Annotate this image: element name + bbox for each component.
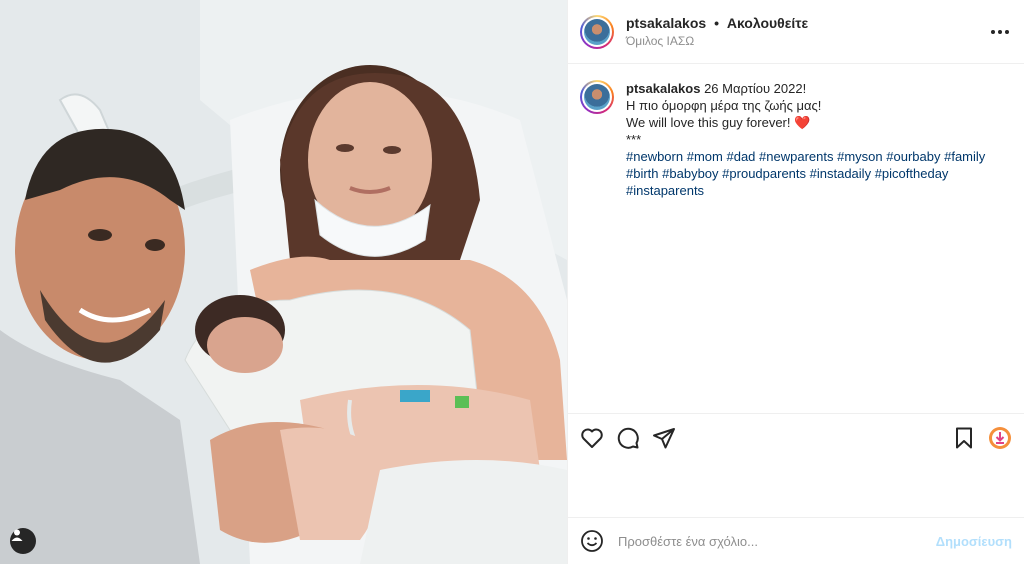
hashtag-link[interactable]: #instadaily	[810, 166, 871, 181]
location-link[interactable]: Όμιλος ΙΑΣΩ	[626, 34, 988, 48]
hashtag-link[interactable]: #newborn	[626, 149, 683, 164]
hashtag-list: #newborn #mom #dad #newparents #myson #o…	[626, 148, 1012, 199]
post-side-panel: ptsakalakos • Ακολουθείτε Όμιλος ΙΑΣΩ pt…	[567, 0, 1024, 564]
header-username[interactable]: ptsakalakos	[626, 15, 706, 31]
caption-area: ptsakalakos 26 Μαρτίου 2022! Η πιο όμορφ…	[568, 64, 1024, 413]
hashtag-link[interactable]: #instaparents	[626, 183, 704, 198]
caption-date: 26 Μαρτίου 2022!	[704, 81, 807, 96]
hashtag-link[interactable]: #ourbaby	[886, 149, 940, 164]
hashtag-link[interactable]: #picoftheday	[875, 166, 949, 181]
heart-emoji: ❤️	[794, 115, 811, 130]
download-extension-icon[interactable]	[988, 426, 1012, 450]
more-icon[interactable]	[988, 20, 1012, 44]
photo-illustration	[0, 0, 567, 564]
header-separator: •	[714, 15, 719, 31]
heart-icon[interactable]	[580, 426, 604, 450]
hashtag-link[interactable]: #birth	[626, 166, 659, 181]
following-button[interactable]: Ακολουθείτε	[727, 15, 808, 31]
caption-stars: ***	[626, 132, 642, 147]
bookmark-icon[interactable]	[952, 426, 976, 450]
caption-line-2: We will love this guy forever!	[626, 115, 791, 130]
caption-line-1: Η πιο όμορφη μέρα της ζωής μας!	[626, 98, 822, 113]
hashtag-link[interactable]: #mom	[687, 149, 723, 164]
emoji-icon[interactable]	[580, 529, 604, 553]
share-icon[interactable]	[652, 426, 676, 450]
hashtag-link[interactable]: #family	[944, 149, 985, 164]
caption-avatar[interactable]	[580, 80, 614, 114]
comment-input[interactable]	[616, 532, 936, 550]
post-photo[interactable]	[0, 0, 567, 564]
hashtag-link[interactable]: #newparents	[759, 149, 833, 164]
post-comment-button[interactable]: Δημοσίευση	[936, 534, 1012, 549]
comment-bar: Δημοσίευση	[568, 517, 1024, 564]
header-text: ptsakalakos • Ακολουθείτε Όμιλος ΙΑΣΩ	[626, 15, 988, 48]
avatar[interactable]	[580, 14, 614, 49]
hashtag-link[interactable]: #myson	[837, 149, 883, 164]
action-bar	[568, 413, 1024, 461]
hashtag-link[interactable]: #proudparents	[722, 166, 806, 181]
user-tag-icon[interactable]	[10, 528, 36, 554]
caption-username[interactable]: ptsakalakos	[626, 81, 700, 96]
caption-body: ptsakalakos 26 Μαρτίου 2022! Η πιο όμορφ…	[626, 80, 1012, 199]
caption: ptsakalakos 26 Μαρτίου 2022! Η πιο όμορφ…	[580, 80, 1012, 199]
instagram-post: ptsakalakos • Ακολουθείτε Όμιλος ΙΑΣΩ pt…	[0, 0, 1024, 564]
hashtag-link[interactable]: #babyboy	[662, 166, 718, 181]
post-header: ptsakalakos • Ακολουθείτε Όμιλος ΙΑΣΩ	[568, 0, 1024, 64]
comment-icon[interactable]	[616, 426, 640, 450]
hashtag-link[interactable]: #dad	[726, 149, 755, 164]
